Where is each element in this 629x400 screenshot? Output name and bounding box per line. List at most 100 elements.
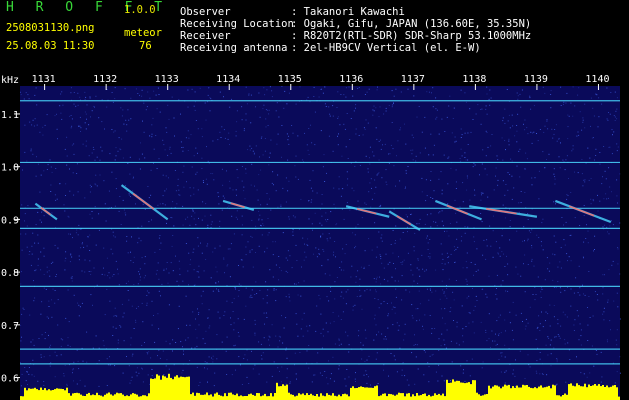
noise-speck (156, 108, 158, 110)
noise-speck (192, 209, 194, 211)
activity-column (98, 395, 100, 400)
noise-speck (496, 288, 497, 289)
noise-speck (104, 203, 106, 205)
noise-speck (531, 177, 533, 179)
noise-speck (211, 357, 212, 359)
noise-speck (98, 360, 100, 362)
noise-speck (191, 88, 193, 90)
noise-speck (221, 168, 223, 170)
noise-speck (524, 119, 526, 121)
noise-speck (110, 248, 112, 250)
noise-speck (378, 172, 380, 174)
noise-speck (233, 322, 235, 324)
noise-speck (188, 284, 189, 286)
noise-speck (141, 225, 143, 227)
noise-speck (24, 124, 26, 126)
noise-speck (245, 86, 247, 88)
noise-speck (554, 183, 556, 185)
noise-speck (206, 368, 208, 370)
noise-speck (98, 213, 100, 215)
noise-speck (146, 304, 148, 306)
noise-speck (560, 105, 562, 106)
noise-speck (505, 370, 507, 372)
noise-speck (289, 381, 291, 383)
noise-speck (135, 319, 137, 321)
noise-speck (206, 245, 208, 247)
activity-column (212, 396, 214, 400)
noise-speck (178, 99, 180, 101)
noise-speck (340, 319, 342, 320)
noise-speck (163, 374, 165, 376)
noise-speck (411, 134, 413, 136)
noise-speck (393, 102, 394, 104)
noise-speck (78, 255, 80, 257)
noise-speck (188, 252, 190, 254)
noise-speck (178, 260, 180, 262)
noise-speck (359, 295, 361, 297)
noise-speck (275, 335, 277, 337)
activity-column (366, 387, 368, 400)
noise-speck (265, 109, 267, 111)
noise-speck (227, 138, 229, 140)
noise-speck (169, 148, 171, 150)
noise-speck (504, 266, 506, 267)
noise-speck (381, 262, 383, 264)
noise-speck (135, 371, 137, 373)
noise-speck (407, 88, 409, 90)
noise-speck (355, 381, 356, 382)
noise-speck (294, 283, 295, 285)
noise-speck (450, 307, 452, 309)
noise-speck (522, 240, 524, 242)
noise-speck (117, 339, 119, 341)
noise-speck (255, 225, 257, 227)
activity-column (568, 384, 570, 400)
noise-speck (509, 220, 511, 221)
noise-speck (78, 368, 80, 370)
noise-speck (172, 235, 174, 236)
noise-speck (597, 299, 599, 301)
noise-speck (72, 237, 73, 239)
noise-speck (23, 98, 25, 100)
noise-speck (333, 187, 335, 189)
noise-speck (294, 352, 296, 354)
noise-speck (157, 204, 159, 206)
noise-speck (144, 263, 146, 265)
noise-speck (210, 277, 212, 279)
noise-speck (179, 274, 181, 276)
noise-speck (361, 217, 363, 219)
noise-speck (64, 148, 66, 150)
noise-speck (255, 106, 256, 108)
activity-column (130, 394, 132, 400)
noise-speck (65, 317, 67, 319)
noise-speck (206, 183, 208, 185)
noise-speck (427, 362, 429, 364)
noise-speck (482, 254, 484, 256)
noise-speck (615, 339, 617, 341)
noise-speck (577, 94, 579, 96)
noise-speck (570, 260, 572, 262)
noise-speck (32, 359, 34, 361)
noise-speck (538, 315, 540, 317)
activity-column (520, 387, 522, 400)
noise-speck (572, 115, 574, 117)
noise-speck (570, 234, 572, 236)
activity-column (40, 387, 42, 400)
noise-speck (20, 233, 22, 235)
noise-speck (89, 213, 91, 215)
noise-speck (364, 329, 366, 331)
noise-speck (388, 153, 389, 155)
noise-speck (157, 87, 159, 89)
noise-speck (84, 122, 86, 124)
noise-speck (261, 234, 263, 236)
noise-speck (242, 266, 244, 268)
noise-speck (279, 267, 281, 269)
noise-speck (387, 313, 389, 315)
activity-column (280, 386, 282, 400)
noise-speck (233, 298, 235, 300)
activity-column (490, 388, 492, 400)
noise-speck (412, 149, 414, 151)
noise-speck (395, 268, 396, 270)
noise-speck (544, 167, 546, 169)
noise-speck (29, 251, 31, 252)
noise-speck (604, 224, 606, 226)
